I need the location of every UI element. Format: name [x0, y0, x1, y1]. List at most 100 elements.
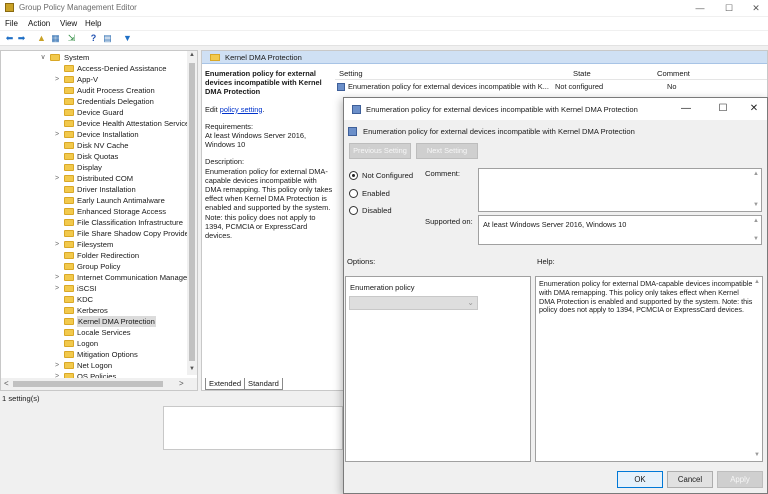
expand-chevron-icon[interactable]: > [53, 239, 61, 250]
close-button[interactable]: ✕ [745, 1, 767, 15]
folder-icon [64, 263, 74, 270]
tree-item[interactable]: > Distributed COM [1, 173, 187, 184]
filter-icon[interactable]: ▼ [122, 33, 133, 44]
tree-vertical-scrollbar[interactable]: ▲ ▼ [187, 51, 197, 375]
scroll-up-arrow-icon[interactable]: ▲ [187, 52, 197, 58]
tree-item[interactable]: Enhanced Storage Access [1, 206, 187, 217]
tree-horizontal-scrollbar[interactable]: < > [1, 378, 197, 390]
tree-item[interactable]: Display [1, 162, 187, 173]
scroll-right-arrow-icon[interactable]: > [179, 379, 184, 388]
tree-item-label: Device Guard [77, 108, 124, 117]
dialog-minimize-button[interactable]: — [676, 102, 696, 116]
scroll-left-arrow-icon[interactable]: < [4, 379, 9, 388]
expand-chevron-icon[interactable]: > [53, 74, 61, 85]
properties-icon[interactable]: ▤ [102, 33, 113, 44]
scroll-down-arrow-icon[interactable]: ▼ [752, 202, 760, 208]
tree-item[interactable]: Device Guard [1, 107, 187, 118]
tree-item[interactable]: Group Policy [1, 261, 187, 272]
table-row[interactable]: Enumeration policy for external devices … [335, 81, 767, 92]
details-header-title: Kernel DMA Protection [225, 53, 302, 62]
cancel-button[interactable]: Cancel [667, 471, 713, 488]
tree-item-label: Group Policy [77, 262, 121, 271]
tree-item[interactable]: KDC [1, 294, 187, 305]
tree-item[interactable]: Audit Process Creation [1, 85, 187, 96]
expand-chevron-icon[interactable]: > [53, 272, 61, 283]
menu-file[interactable]: File [5, 19, 18, 28]
tree-item[interactable]: Logon [1, 338, 187, 349]
menu-view[interactable]: View [60, 19, 77, 28]
dialog-close-button[interactable]: ✕ [744, 102, 764, 116]
tree-item[interactable]: Mitigation Options [1, 349, 187, 360]
menu-action[interactable]: Action [28, 19, 50, 28]
dialog-maximize-button[interactable]: ☐ [713, 102, 733, 116]
tree-item-label: System [64, 53, 90, 62]
scroll-down-arrow-icon[interactable]: ▼ [752, 236, 760, 242]
edit-policy-setting-link[interactable]: policy setting [220, 105, 263, 114]
requirements-block: Requirements: At least Windows Server 20… [205, 122, 333, 150]
column-header-comment[interactable]: Comment [657, 69, 690, 78]
tree-item[interactable]: Disk NV Cache [1, 140, 187, 151]
tab-standard[interactable]: Standard [244, 378, 283, 390]
next-setting-button[interactable]: Next Setting [416, 143, 478, 159]
tree-item[interactable]: Access-Denied Assistance [1, 63, 187, 74]
enumeration-policy-dropdown[interactable]: ⌄ [349, 296, 478, 310]
tab-extended[interactable]: Extended [205, 378, 246, 390]
expand-chevron-icon[interactable]: > [53, 173, 61, 184]
tree-item[interactable]: Credentials Delegation [1, 96, 187, 107]
radio-circle[interactable] [349, 189, 358, 198]
column-header-setting[interactable]: Setting [339, 69, 363, 78]
ok-button[interactable]: OK [617, 471, 663, 488]
up-folder-icon[interactable]: ▲ [36, 33, 47, 44]
tree-item[interactable]: > iSCSI [1, 283, 187, 294]
expand-chevron-icon[interactable]: > [53, 129, 61, 140]
options-panel: Enumeration policy ⌄ [345, 276, 531, 462]
tree-item[interactable]: Locale Services [1, 327, 187, 338]
scroll-up-arrow-icon[interactable]: ▲ [752, 171, 760, 177]
scroll-down-arrow-icon[interactable]: ▼ [187, 366, 197, 372]
show-hide-tree-icon[interactable]: ▦ [50, 33, 61, 44]
tree-item[interactable]: > Device Installation [1, 129, 187, 140]
tree-item-label: Display [77, 163, 102, 172]
expanded-chevron-icon[interactable]: ∨ [39, 52, 47, 63]
forward-arrow-icon[interactable]: ➡ [16, 33, 27, 44]
radio-circle[interactable] [349, 206, 358, 215]
expand-chevron-icon[interactable]: > [53, 360, 61, 371]
scroll-up-arrow-icon[interactable]: ▲ [752, 218, 760, 224]
scroll-thumb[interactable] [189, 63, 195, 361]
tree-item[interactable]: Kernel DMA Protection [1, 316, 187, 327]
radio-circle[interactable] [349, 171, 358, 180]
tree-item[interactable]: Device Health Attestation Service [1, 118, 189, 129]
column-header-state[interactable]: State [573, 69, 591, 78]
tree-item-label: Filesystem [77, 240, 114, 249]
export-list-icon[interactable]: ⇲ [66, 33, 77, 44]
scroll-thumb[interactable] [13, 381, 163, 387]
menu-help[interactable]: Help [85, 19, 101, 28]
previous-setting-button[interactable]: Previous Setting [349, 143, 411, 159]
tree-item[interactable]: Disk Quotas [1, 151, 187, 162]
back-arrow-icon[interactable]: ⬅ [4, 33, 15, 44]
tree-item[interactable]: Early Launch Antimalware [1, 195, 187, 206]
tree-item[interactable]: Folder Redirection [1, 250, 187, 261]
help-icon[interactable]: ? [88, 33, 99, 44]
scroll-up-arrow-icon[interactable]: ▲ [753, 279, 761, 285]
minimize-button[interactable]: — [689, 1, 711, 15]
comment-textarea[interactable]: ▲ ▼ [478, 168, 762, 212]
tree-item-label: Distributed COM [77, 174, 134, 183]
tree-item[interactable]: File Share Shadow Copy Provider [1, 228, 191, 239]
policy-setting-icon [337, 83, 345, 91]
tree-item[interactable]: Driver Installation [1, 184, 187, 195]
tree-item-system[interactable]: ∨ System [1, 52, 187, 63]
maximize-button[interactable]: ☐ [718, 1, 740, 15]
expand-chevron-icon[interactable]: > [53, 283, 61, 294]
scroll-down-arrow-icon[interactable]: ▼ [753, 452, 761, 458]
tree-item[interactable]: > Net Logon [1, 360, 187, 371]
tree-pane: ∨ System Access-Denied Assistance > App-V A… [0, 50, 198, 391]
tree-item[interactable]: Kerberos [1, 305, 187, 316]
help-label: Help: [537, 257, 555, 266]
tree-item[interactable]: File Classification Infrastructure [1, 217, 187, 228]
tree-item[interactable]: > Filesystem [1, 239, 187, 250]
apply-button[interactable]: Apply [717, 471, 763, 488]
tree-item[interactable]: > App-V [1, 74, 187, 85]
tree-item[interactable]: > Internet Communication Manager [1, 272, 190, 283]
help-text: Enumeration policy for external DMA-capa… [539, 279, 753, 315]
